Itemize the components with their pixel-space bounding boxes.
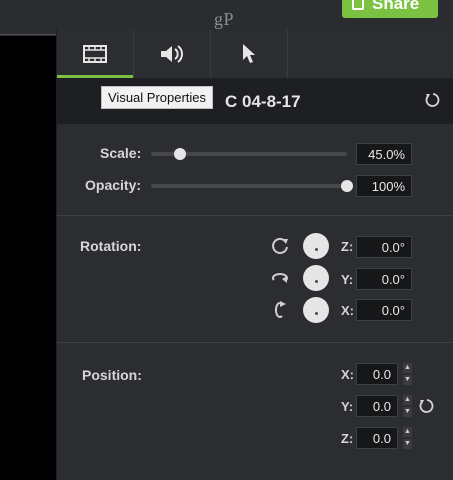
scale-field[interactable]: 45.0% xyxy=(356,143,412,165)
opacity-label: Opacity: xyxy=(85,177,142,193)
speaker-icon xyxy=(161,45,183,63)
rotation-y-knob[interactable] xyxy=(303,265,329,291)
opacity-field[interactable]: 100% xyxy=(356,175,412,197)
share-button[interactable]: Share xyxy=(342,0,438,18)
position-y-label: Y: xyxy=(341,399,354,414)
properties-panel: C 04-8-17 Visual Properties Scale: 45.0%… xyxy=(56,30,453,480)
scale-slider-thumb[interactable] xyxy=(174,148,187,160)
position-y-stepper[interactable]: ▲ ▼ xyxy=(403,395,412,417)
stepper-up-icon[interactable]: ▲ xyxy=(403,395,412,405)
rotation-z-field[interactable]: 0.0° xyxy=(356,236,412,258)
rotation-x-label: X: xyxy=(341,303,354,318)
tab-cursor-properties[interactable] xyxy=(211,30,288,78)
position-x-field[interactable]: 0.0 xyxy=(356,363,398,385)
rotation-y-field[interactable]: 0.0° xyxy=(356,268,412,290)
tab-visual-properties[interactable] xyxy=(57,30,134,78)
stepper-down-icon[interactable]: ▼ xyxy=(403,439,412,449)
share-label: Share xyxy=(372,0,420,13)
rotation-x-knob[interactable] xyxy=(303,297,329,323)
stepper-up-icon[interactable]: ▲ xyxy=(403,363,412,373)
cursor-icon xyxy=(243,44,255,63)
position-z-stepper[interactable]: ▲ ▼ xyxy=(403,427,412,449)
position-label: Position: xyxy=(82,367,142,383)
rotation-z-label: Z: xyxy=(341,239,354,254)
stepper-up-icon[interactable]: ▲ xyxy=(403,427,412,437)
canvas-area[interactable] xyxy=(0,36,56,480)
position-x-stepper[interactable]: ▲ ▼ xyxy=(403,363,412,385)
reset-icon[interactable] xyxy=(424,92,440,108)
opacity-slider-thumb[interactable] xyxy=(341,180,353,192)
rotate-x-icon xyxy=(274,301,286,318)
stepper-down-icon[interactable]: ▼ xyxy=(403,407,412,417)
film-strip-icon xyxy=(83,45,107,63)
tooltip: Visual Properties xyxy=(101,86,214,109)
position-z-label: Z: xyxy=(341,431,354,446)
rotate-z-icon xyxy=(272,238,288,254)
scale-label: Scale: xyxy=(100,145,142,161)
rotation-x-field[interactable]: 0.0° xyxy=(356,299,412,321)
divider xyxy=(0,34,56,35)
section-divider xyxy=(57,215,453,216)
clip-name: C 04-8-17 xyxy=(225,92,301,111)
tab-bar xyxy=(57,30,453,78)
reset-position-icon[interactable] xyxy=(418,398,434,414)
tab-audio-properties[interactable] xyxy=(134,30,211,78)
position-z-field[interactable]: 0.0 xyxy=(356,427,398,449)
position-x-label: X: xyxy=(341,367,354,382)
rotate-y-icon xyxy=(272,272,288,283)
top-bar: gP Share xyxy=(0,0,453,30)
position-y-field[interactable]: 0.0 xyxy=(356,395,398,417)
watermark: gP xyxy=(214,9,235,29)
section-divider xyxy=(57,342,453,343)
rotation-z-knob[interactable] xyxy=(303,233,329,259)
rotation-y-label: Y: xyxy=(341,272,354,287)
stepper-down-icon[interactable]: ▼ xyxy=(403,375,412,385)
share-icon xyxy=(352,0,364,10)
rotation-label: Rotation: xyxy=(80,238,142,254)
opacity-slider[interactable] xyxy=(151,184,347,188)
